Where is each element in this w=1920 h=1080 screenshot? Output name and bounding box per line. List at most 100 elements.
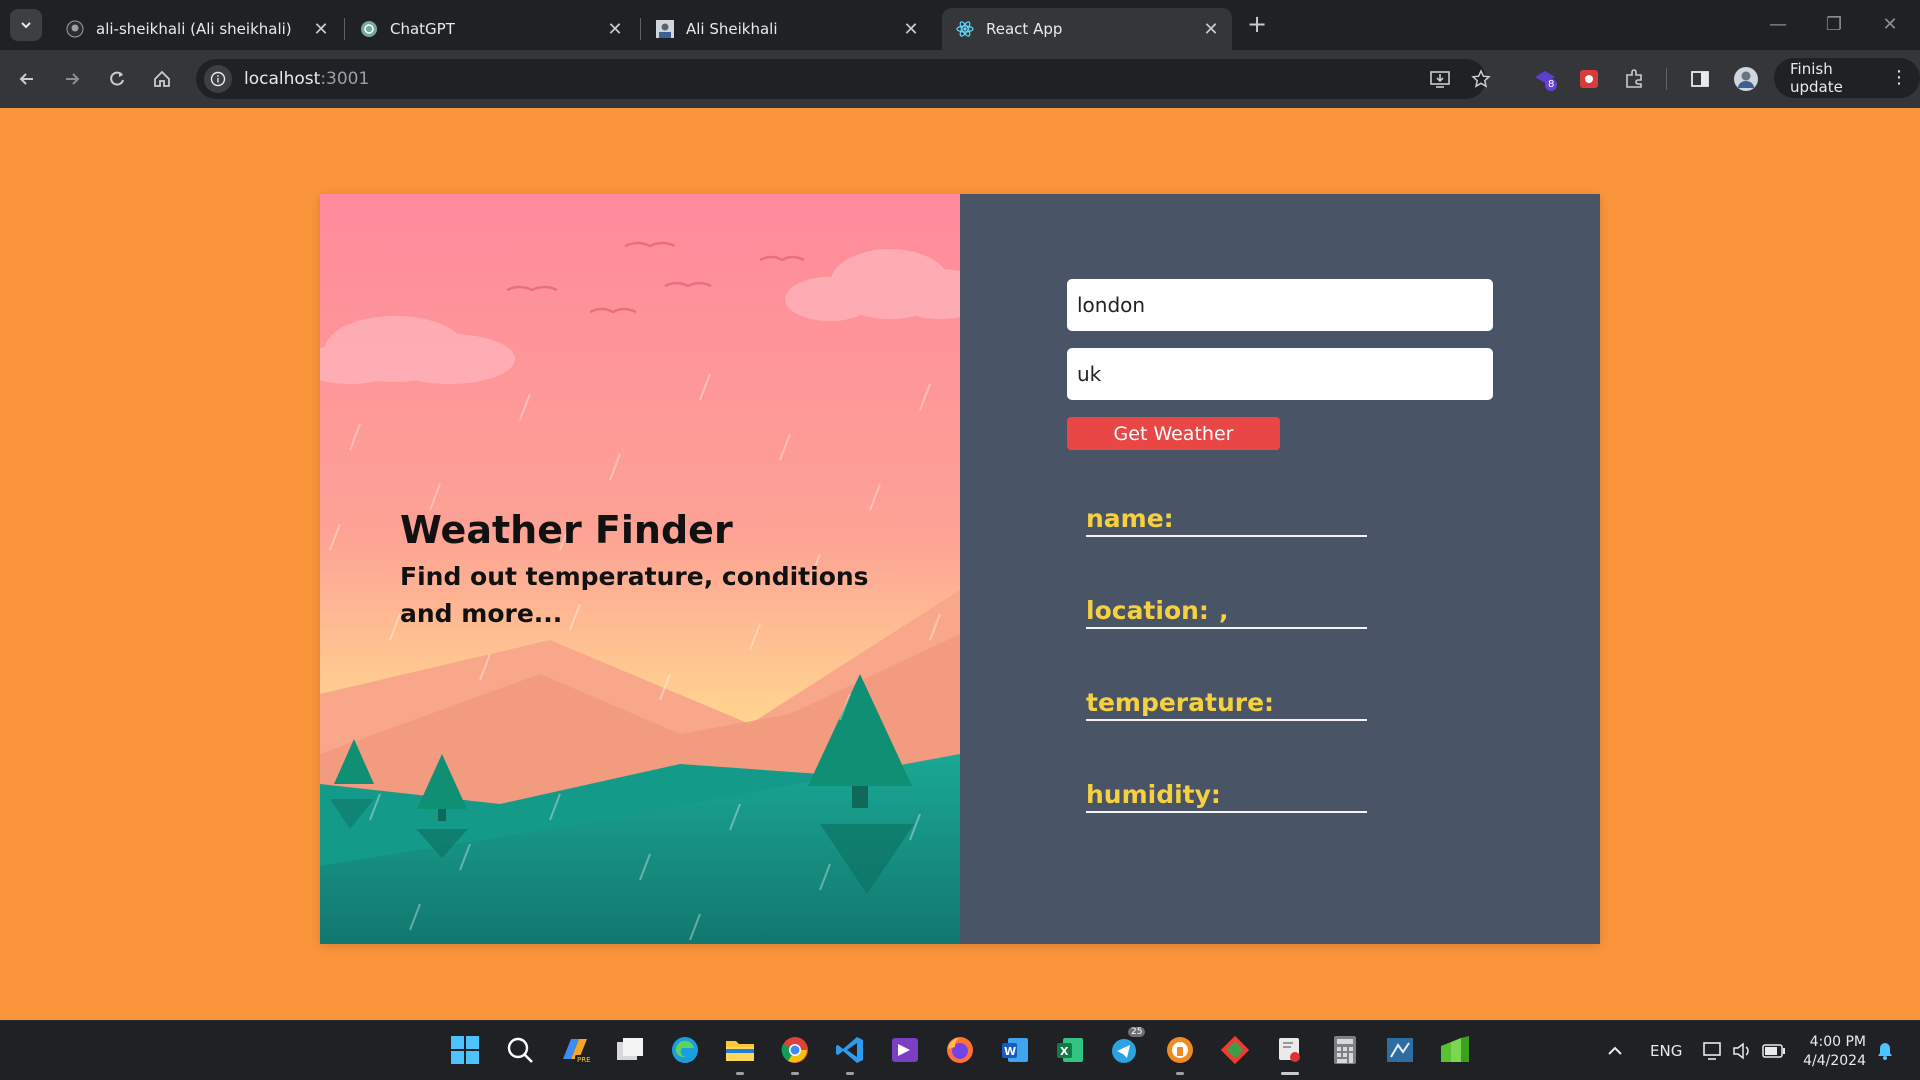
form-panel: Get Weather name: location:, temperature… [960, 194, 1600, 944]
install-app-button[interactable] [1423, 62, 1457, 96]
finish-update-button[interactable]: Finish update ⋮ [1774, 58, 1920, 98]
sql-studio-button[interactable] [1381, 1031, 1419, 1069]
copilot-button[interactable]: PRE [556, 1031, 594, 1069]
edge-button[interactable] [666, 1031, 704, 1069]
location-row: location:, [1086, 596, 1367, 629]
more-menu-icon[interactable]: ⋮ [1890, 67, 1908, 88]
search-button[interactable] [501, 1031, 539, 1069]
svg-text:W: W [1004, 1045, 1016, 1058]
puzzle-icon [1626, 69, 1642, 88]
close-window-icon[interactable]: ✕ [1870, 10, 1910, 40]
excel-button[interactable]: X [1051, 1031, 1089, 1069]
avatar [1734, 67, 1758, 91]
task-view-icon [617, 1038, 643, 1060]
windows-taskbar: PRE W X 25 ENG 4:00 PM 4/4/2024 [0, 1020, 1920, 1080]
profile-button[interactable] [1729, 62, 1763, 96]
language-text: ENG [1650, 1042, 1683, 1060]
notifications-button[interactable] [1876, 1021, 1894, 1080]
telegram-button[interactable]: 25 [1106, 1027, 1146, 1069]
close-icon[interactable]: ✕ [310, 18, 332, 40]
side-panel-button[interactable] [1683, 62, 1717, 96]
close-icon[interactable]: ✕ [1200, 18, 1222, 40]
search-icon [507, 1037, 533, 1063]
show-hidden-icons-button[interactable] [1606, 1021, 1624, 1080]
volume-button[interactable] [1732, 1021, 1752, 1080]
task-view-button[interactable] [611, 1031, 649, 1069]
word-icon: W [1002, 1038, 1028, 1062]
network-button[interactable] [1702, 1021, 1724, 1080]
city-input[interactable] [1067, 279, 1493, 331]
speaker-icon [1733, 1042, 1749, 1060]
finish-update-label: Finish update [1790, 60, 1843, 96]
humidity-row: humidity: [1086, 780, 1367, 813]
visual-studio-button[interactable] [886, 1031, 924, 1069]
toolbar-divider [1666, 68, 1667, 90]
running-indicator [1176, 1072, 1184, 1075]
running-indicator [846, 1072, 854, 1075]
svg-text:X: X [1060, 1045, 1069, 1058]
tab-ali-sheikhali[interactable]: Ali Sheikhali ✕ [642, 8, 932, 50]
minimize-icon[interactable]: — [1758, 10, 1798, 40]
close-icon[interactable]: ✕ [604, 18, 626, 40]
tab-react-app[interactable]: React App ✕ [942, 8, 1232, 50]
battery-button[interactable] [1762, 1021, 1786, 1080]
chrome-button[interactable] [776, 1031, 814, 1075]
language-indicator[interactable]: ENG [1650, 1021, 1682, 1080]
git-button[interactable] [1216, 1031, 1254, 1069]
address-bar[interactable]: localhost:3001 [196, 59, 1486, 99]
snipping-tool-button[interactable] [1271, 1031, 1309, 1075]
site-info-icon[interactable] [204, 65, 232, 93]
bell-icon [1878, 1043, 1892, 1060]
telegram-badge: 25 [1128, 1027, 1146, 1037]
arrow-left-icon [19, 73, 33, 85]
forward-button[interactable] [55, 62, 89, 96]
new-tab-button[interactable]: + [1244, 12, 1270, 38]
extension-button[interactable]: 8 [1528, 62, 1562, 96]
firefox-button[interactable] [941, 1031, 979, 1069]
vscode-button[interactable] [831, 1031, 869, 1075]
home-button[interactable] [145, 62, 179, 96]
file-explorer-button[interactable] [721, 1031, 759, 1075]
url-text: localhost:3001 [244, 69, 369, 89]
clock-date: 4/4/2024 [1803, 1053, 1866, 1069]
close-icon[interactable]: ✕ [900, 18, 922, 40]
back-button[interactable] [10, 62, 44, 96]
tab-separator [640, 18, 641, 40]
temperature-row: temperature: [1086, 688, 1367, 721]
extension-button-2[interactable] [1572, 62, 1606, 96]
reload-icon [110, 71, 124, 86]
vpn-button[interactable] [1161, 1031, 1199, 1075]
extension-badge: 8 [1548, 79, 1555, 90]
edge-icon [672, 1037, 698, 1063]
restore-icon[interactable]: ❐ [1814, 10, 1854, 40]
tab-separator [344, 18, 345, 40]
home-icon [154, 70, 170, 87]
temperature-label: temperature: [1086, 688, 1275, 717]
react-icon [956, 20, 974, 38]
clock[interactable]: 4:00 PM 4/4/2024 [1796, 1033, 1866, 1071]
country-input[interactable] [1067, 348, 1493, 400]
chevron-up-icon [1608, 1046, 1622, 1055]
calculator-icon [1334, 1036, 1356, 1064]
name-row: name: [1086, 504, 1367, 537]
running-indicator [1281, 1072, 1299, 1075]
running-indicator [791, 1072, 799, 1075]
chevron-down-icon [21, 22, 31, 29]
bookmark-button[interactable] [1464, 62, 1498, 96]
word-button[interactable]: W [996, 1031, 1034, 1069]
spreadsheet-app-button[interactable] [1436, 1031, 1474, 1069]
get-weather-button[interactable]: Get Weather [1067, 417, 1280, 450]
svg-text:PRE: PRE [577, 1056, 591, 1064]
browser-tab-strip: ali-sheikhali (Ali sheikhali) ✕ ChatGPT … [0, 0, 1920, 50]
reload-button[interactable] [100, 62, 134, 96]
calculator-button[interactable] [1326, 1031, 1364, 1069]
tab-github[interactable]: ali-sheikhali (Ali sheikhali) ✕ [52, 8, 342, 50]
profile-photo-icon [656, 20, 674, 38]
weather-card: Weather Finder Find out temperature, con… [320, 194, 1600, 944]
excel-icon: X [1057, 1038, 1083, 1062]
extensions-menu-button[interactable] [1617, 62, 1651, 96]
url-host: localhost [244, 69, 321, 89]
start-button[interactable] [446, 1031, 484, 1069]
tab-search-button[interactable] [10, 9, 42, 41]
tab-chatgpt[interactable]: ChatGPT ✕ [346, 8, 636, 50]
